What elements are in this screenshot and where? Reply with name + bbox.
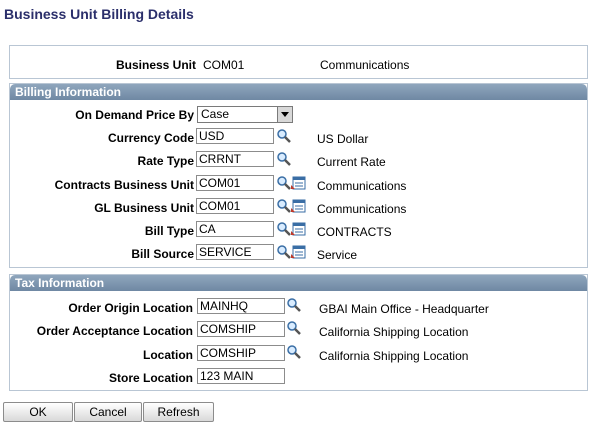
order-origin-location-input[interactable]: MAINHQ	[197, 298, 285, 314]
lookup-search-icon[interactable]	[276, 128, 292, 144]
bill-type-label: Bill Type	[144, 224, 194, 238]
refresh-button[interactable]: Refresh	[143, 402, 214, 422]
on-demand-price-by-label: On Demand Price By	[75, 108, 194, 122]
bill-source-input[interactable]: SERVICE	[196, 244, 274, 260]
business-unit-code: COM01	[203, 58, 245, 72]
lookup-search-icon[interactable]	[276, 244, 292, 260]
rate-type-description: Current Rate	[317, 155, 386, 169]
ok-button[interactable]: OK	[3, 402, 73, 422]
tax-information-group: Tax Information Order Origin Location MA…	[9, 274, 588, 391]
tax-information-header: Tax Information	[10, 275, 587, 291]
detail-page-icon[interactable]	[291, 244, 307, 260]
business-unit-panel: Business Unit COM01 Communications	[9, 45, 588, 79]
business-unit-label: Business Unit	[115, 58, 196, 72]
billing-information-header: Billing Information	[10, 84, 587, 100]
order-origin-location-description: GBAI Main Office - Headquarter	[319, 302, 489, 316]
detail-page-icon[interactable]	[291, 198, 307, 214]
contracts-business-unit-label: Contracts Business Unit	[54, 178, 194, 192]
lookup-search-icon[interactable]	[286, 344, 302, 360]
lookup-search-icon[interactable]	[276, 221, 292, 237]
billing-information-group: Billing Information On Demand Price By C…	[9, 83, 588, 268]
chevron-down-icon[interactable]	[277, 107, 292, 122]
order-acceptance-location-description: California Shipping Location	[319, 325, 469, 339]
lookup-search-icon[interactable]	[286, 320, 302, 336]
order-acceptance-location-input[interactable]: COMSHIP	[197, 321, 285, 337]
gl-business-unit-label: GL Business Unit	[94, 201, 194, 215]
on-demand-price-by-select[interactable]: Case	[197, 106, 293, 123]
order-origin-location-label: Order Origin Location	[68, 301, 193, 315]
lookup-search-icon[interactable]	[276, 198, 292, 214]
lookup-search-icon[interactable]	[286, 297, 302, 313]
gl-business-unit-description: Communications	[317, 202, 407, 216]
business-unit-description: Communications	[320, 58, 410, 72]
bill-type-input[interactable]: CA	[196, 221, 274, 237]
currency-code-label: Currency Code	[107, 131, 194, 145]
order-acceptance-location-label: Order Acceptance Location	[36, 324, 193, 338]
detail-page-icon[interactable]	[291, 175, 307, 191]
page-title: Business Unit Billing Details	[4, 6, 194, 22]
rate-type-label: Rate Type	[137, 154, 194, 168]
gl-business-unit-input[interactable]: COM01	[196, 198, 274, 214]
detail-page-icon[interactable]	[291, 221, 307, 237]
cancel-button[interactable]: Cancel	[74, 402, 142, 422]
location-label: Location	[143, 348, 193, 362]
contracts-business-unit-description: Communications	[317, 179, 407, 193]
lookup-search-icon[interactable]	[276, 151, 292, 167]
contracts-business-unit-input[interactable]: COM01	[196, 175, 274, 191]
currency-description: US Dollar	[317, 132, 369, 146]
currency-code-input[interactable]: USD	[196, 128, 274, 144]
bill-source-description: Service	[317, 248, 358, 262]
store-location-label: Store Location	[108, 371, 193, 385]
on-demand-price-by-value: Case	[201, 107, 230, 121]
store-location-input[interactable]: 123 MAIN	[197, 368, 285, 384]
location-description: California Shipping Location	[319, 349, 469, 363]
rate-type-input[interactable]: CRRNT	[196, 151, 274, 167]
bill-source-label: Bill Source	[131, 247, 194, 261]
lookup-search-icon[interactable]	[276, 175, 292, 191]
bill-type-description: CONTRACTS	[317, 225, 392, 239]
location-input[interactable]: COMSHIP	[197, 345, 285, 361]
